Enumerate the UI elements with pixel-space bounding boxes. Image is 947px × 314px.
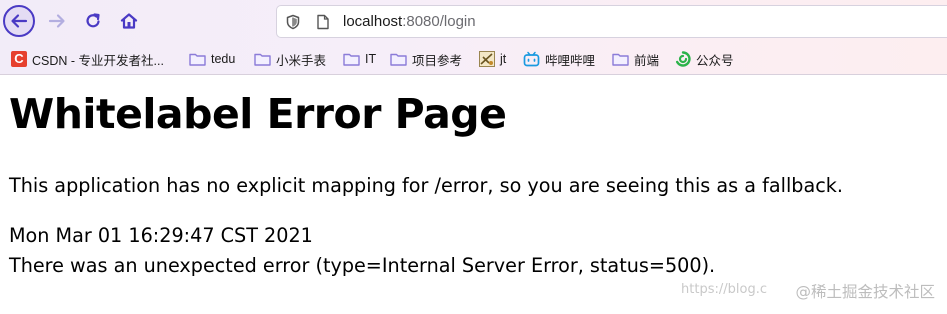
bookmark-jt[interactable]: jt (479, 49, 506, 69)
bookmark-label: 项目参考 (412, 53, 463, 68)
folder-icon (343, 53, 360, 66)
arrow-right-icon (48, 14, 65, 28)
bilibili-icon (523, 51, 540, 67)
bookmarks-toolbar: C CSDN - 专业开发者社... tedu 小米手表 IT 项目参考 jt … (0, 46, 947, 72)
url-path: :8080/login (402, 13, 476, 30)
bookmark-it[interactable]: IT (343, 49, 376, 69)
bookmark-label: CSDN - 专业开发者社... (32, 53, 164, 68)
bookmark-label: IT (365, 52, 377, 66)
bookmark-project-reference[interactable]: 项目参考 (390, 49, 462, 69)
folder-icon (189, 53, 206, 66)
bookmark-bilibili[interactable]: 哔哩哔哩 (523, 49, 595, 69)
bookmark-tedu[interactable]: tedu (189, 49, 235, 69)
bookmark-label: 哔哩哔哩 (545, 53, 596, 68)
bookmark-label: 前端 (634, 53, 660, 68)
csdn-logo-icon: C (11, 51, 27, 67)
forward-button[interactable] (41, 5, 73, 37)
bookmark-xiaomi-watch[interactable]: 小米手表 (254, 49, 326, 69)
folder-icon (254, 53, 271, 66)
shield-icon[interactable] (285, 14, 301, 30)
bookmark-wechat-official[interactable]: 公众号 (675, 49, 734, 69)
bookmark-label: tedu (211, 52, 236, 66)
bookmark-csdn[interactable]: C CSDN - 专业开发者社... (11, 49, 164, 69)
bookmark-label: 公众号 (696, 53, 734, 68)
arrow-left-icon (11, 14, 28, 28)
bookmark-label: 小米手表 (276, 53, 327, 68)
watermark-url: https://blog.c (681, 282, 767, 297)
bookmark-frontend[interactable]: 前端 (612, 49, 659, 69)
address-bar[interactable]: localhost:8080/login (276, 5, 947, 38)
url-host: localhost (343, 13, 403, 30)
home-icon (120, 13, 138, 29)
navigation-toolbar: localhost:8080/login (0, 0, 947, 42)
home-button[interactable] (113, 5, 145, 37)
back-button[interactable] (3, 5, 35, 37)
reload-icon (86, 13, 100, 28)
wechat-icon (676, 51, 691, 67)
error-detail: There was an unexpected error (type=Inte… (9, 254, 716, 277)
folder-icon (390, 53, 407, 66)
watermark-brand: @稀土掘金技术社区 (795, 283, 935, 301)
error-message: This application has no explicit mapping… (9, 174, 843, 197)
folder-icon (612, 53, 629, 66)
browser-chrome: localhost:8080/login C CSDN - 专业开发者社... … (0, 0, 947, 75)
error-timestamp: Mon Mar 01 16:29:47 CST 2021 (9, 224, 313, 247)
page-title: Whitelabel Error Page (9, 90, 507, 138)
jt-site-icon (479, 51, 495, 67)
page-icon (317, 14, 329, 30)
bookmark-label: jt (500, 52, 507, 66)
reload-button[interactable] (77, 5, 109, 37)
url-text[interactable]: localhost:8080/login (343, 13, 476, 31)
